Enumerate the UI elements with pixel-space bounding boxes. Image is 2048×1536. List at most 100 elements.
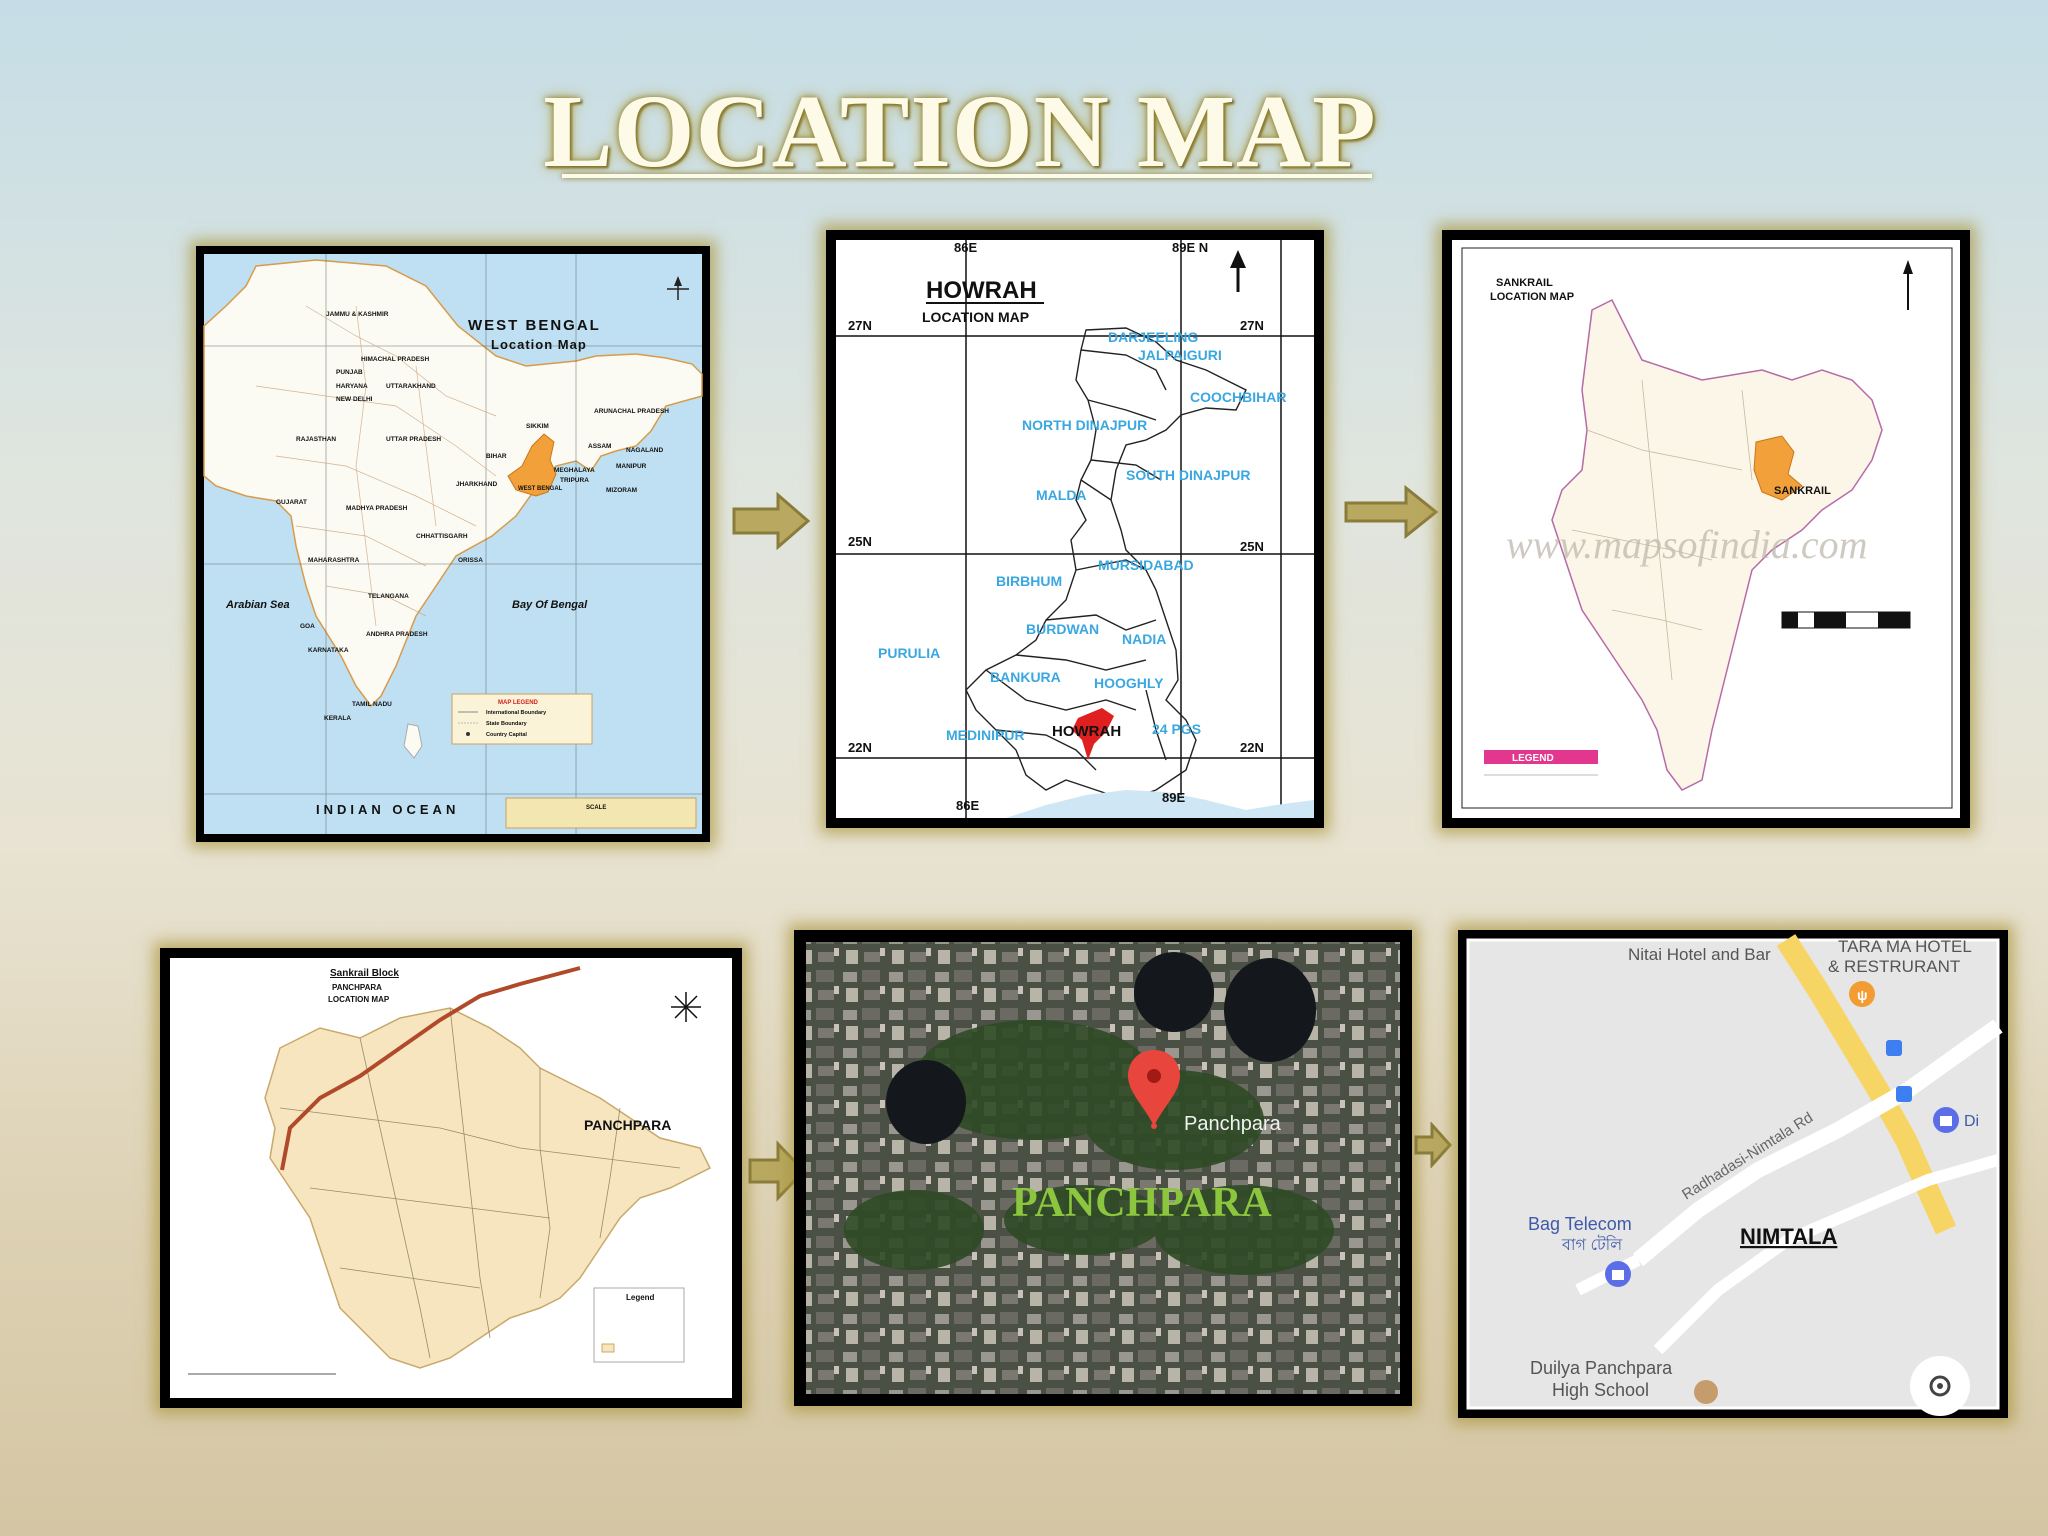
state-label: MIZORAM <box>606 487 637 494</box>
school-icon <box>1694 1380 1718 1404</box>
arrow-right-icon <box>1414 1122 1453 1168</box>
map-west-bengal: WEST BENGAL Location Map Arabian Sea Bay… <box>196 246 710 842</box>
map-satellite: Panchpara PANCHPARA <box>794 930 1412 1406</box>
lon-label: 89E N <box>1172 240 1208 255</box>
district-label: NADIA <box>1122 631 1166 647</box>
district-label: MEDINIPUR <box>946 727 1025 743</box>
state-label: PUNJAB <box>336 369 363 376</box>
place-edge: Di <box>1964 1113 1979 1130</box>
map2-subtitle: LOCATION MAP <box>922 309 1029 325</box>
map2-title: HOWRAH <box>926 277 1037 304</box>
state-label: MEGHALAYA <box>554 467 595 474</box>
map-street: ψ Nitai Hotel and Bar TARA MA HOTEL & RE… <box>1458 930 2008 1418</box>
district-label: NORTH DINAJPUR <box>1022 417 1147 433</box>
state-label: UTTARAKHAND <box>386 383 436 390</box>
map3-highlight-label: SANKRAIL <box>1774 485 1831 497</box>
place-school-2: High School <box>1552 1380 1649 1400</box>
place-restaurant-2: & RESTRURANT <box>1828 957 1960 976</box>
state-label: MADHYA PRADESH <box>346 505 408 512</box>
district-label: MURSIDABAD <box>1098 557 1194 573</box>
legend-item: State Boundary <box>486 721 528 727</box>
state-label: HARYANA <box>336 383 368 390</box>
place-telecom: Bag Telecom <box>1528 1214 1632 1234</box>
map3-title: SANKRAIL <box>1496 277 1553 289</box>
map-howrah: HOWRAH LOCATION MAP 86E 89E N 86E 89E 27… <box>826 230 1324 828</box>
place-school-1: Duilya Panchpara <box>1530 1358 1673 1378</box>
state-label: TAMIL NADU <box>352 701 392 708</box>
state-label: NEW DELHI <box>336 396 373 403</box>
map4-title: PANCHPARA <box>332 983 382 992</box>
district-label: 24 PGS <box>1152 721 1201 737</box>
arrow-right-icon <box>1344 484 1439 540</box>
state-label: HIMACHAL PRADESH <box>361 356 429 363</box>
state-label: ASSAM <box>588 443 611 450</box>
state-label: NAGALAND <box>626 447 663 454</box>
map1-subtitle: Location Map <box>491 337 587 352</box>
lon-label: 89E <box>1162 790 1185 805</box>
lat-label: 25N <box>848 534 872 549</box>
district-label: MALDA <box>1036 487 1087 503</box>
map-panchpara-block: Sankrail Block PANCHPARA LOCATION MAP PA… <box>160 948 742 1408</box>
lat-label: 27N <box>848 318 872 333</box>
lon-label: 86E <box>956 798 979 813</box>
map3-subtitle: LOCATION MAP <box>1490 291 1574 303</box>
map4-legend: Legend <box>626 1293 655 1302</box>
label-wb-highlight: WEST BENGAL <box>518 486 563 492</box>
state-label: ARUNACHAL PRADESH <box>594 408 669 415</box>
place-telecom-bn: বাগ টেলি <box>1561 1235 1623 1254</box>
district-label: JALPAIGURI <box>1138 347 1222 363</box>
lat-label: 22N <box>1240 740 1264 755</box>
area-label-nimtala: NIMTALA <box>1740 1224 1837 1249</box>
state-label: TRIPURA <box>560 477 589 484</box>
compass-icon <box>671 992 701 1022</box>
arrow-right-icon <box>732 492 810 550</box>
map-sankrail: SANKRAIL SANKRAIL LOCATION MAP www.mapso… <box>1442 230 1970 828</box>
district-label: PURULIA <box>878 645 940 661</box>
lat-label: 22N <box>848 740 872 755</box>
district-label: SOUTH DINAJPUR <box>1126 467 1250 483</box>
state-label: JAMMU & KASHMIR <box>326 311 389 318</box>
place-hotel: Nitai Hotel and Bar <box>1628 945 1771 964</box>
place-restaurant-1: TARA MA HOTEL <box>1838 937 1972 956</box>
label-bay-of-bengal: Bay Of Bengal <box>512 599 588 611</box>
lat-label: 27N <box>1240 318 1264 333</box>
district-label-howrah: HOWRAH <box>1052 723 1121 740</box>
map4-highlight-label: PANCHPARA <box>584 1117 671 1133</box>
state-label: ANDHRA PRADESH <box>366 631 428 638</box>
state-label: CHHATTISGARH <box>416 533 468 540</box>
state-label: KARNATAKA <box>308 647 349 654</box>
district-label: BURDWAN <box>1026 621 1099 637</box>
state-label: JHARKHAND <box>456 481 497 488</box>
state-label: TELANGANA <box>368 593 409 600</box>
state-label: KERALA <box>324 715 351 722</box>
map5-pin-label: Panchpara <box>1184 1113 1282 1135</box>
scale-bar-icon <box>1781 611 1911 629</box>
label-indian-ocean: INDIAN OCEAN <box>316 802 459 817</box>
label-arabian-sea: Arabian Sea <box>225 599 290 611</box>
map5-caption: PANCHPARA <box>1012 1180 1272 1226</box>
state-label: BIHAR <box>486 453 507 460</box>
title-underline <box>562 174 1372 178</box>
district-label: DARJEELING <box>1108 329 1198 345</box>
map3-watermark: www.mapsofindia.com <box>1506 522 1868 567</box>
district-label: BIRBHUM <box>996 573 1062 589</box>
map1-title: WEST BENGAL <box>468 317 601 334</box>
map3-legend: LEGEND <box>1512 753 1554 764</box>
legend-item: International Boundary <box>486 710 547 716</box>
map1-scale: SCALE <box>586 805 606 811</box>
state-label: SIKKIM <box>526 423 549 430</box>
legend-item: Country Capital <box>486 732 527 738</box>
lat-label: 25N <box>1240 539 1264 554</box>
state-label: MANIPUR <box>616 463 647 470</box>
restaurant-icon: ψ <box>1849 981 1875 1007</box>
district-label: BANKURA <box>990 669 1061 685</box>
state-label: GOA <box>300 623 315 630</box>
map1-legend-title: MAP LEGEND <box>498 700 539 706</box>
district-label: HOOGHLY <box>1094 675 1164 691</box>
lon-label: 86E <box>954 240 977 255</box>
state-label: MAHARASHTRA <box>308 557 360 564</box>
map4-subtitle: LOCATION MAP <box>328 995 390 1004</box>
state-label: ORISSA <box>458 557 483 564</box>
state-label: UTTAR PRADESH <box>386 436 441 443</box>
my-location-icon[interactable] <box>1910 1356 1970 1416</box>
